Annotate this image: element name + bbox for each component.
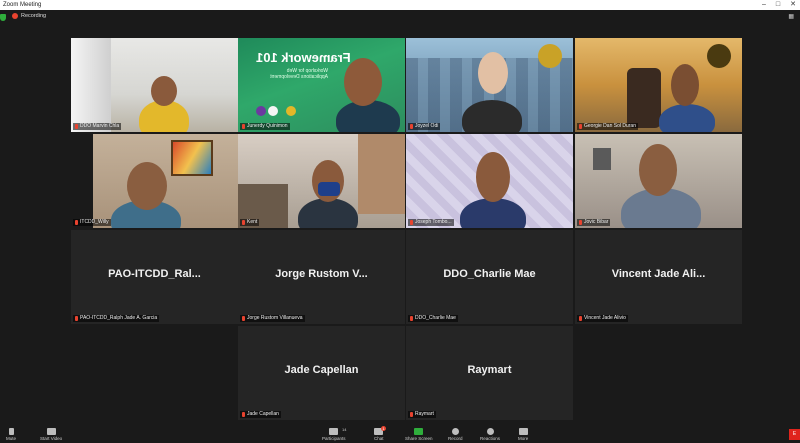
participant-name: Junerdy Quinimon xyxy=(240,123,290,130)
start-video-button[interactable]: Start Video xyxy=(40,428,62,441)
participant-name: Vincent Jade Alivio xyxy=(577,315,628,322)
minimize-icon[interactable]: – xyxy=(762,0,766,10)
video-tile[interactable]: ITCDD_Willy xyxy=(71,134,238,228)
participants-icon xyxy=(329,428,339,435)
participant-display-name: Raymart xyxy=(467,364,512,376)
participant-name: DDO Marvin Chla xyxy=(73,123,122,130)
meeting-toolbar: Mute Start Video Participants 14 1 Chat … xyxy=(0,426,800,443)
video-feed xyxy=(238,134,405,228)
window-titlebar: Zoom Meeting – □ ✕ xyxy=(0,0,800,10)
video-tile[interactable]: Jovic Bibar xyxy=(575,134,742,228)
muted-mic-icon xyxy=(242,220,245,225)
participant-name: Joyzel Odi xyxy=(408,123,441,130)
gallery-grid: DDO Marvin Chla Framework 101 Workshop f… xyxy=(0,26,800,426)
video-feed: Framework 101 Workshop for Web Applicati… xyxy=(238,38,405,132)
participants-button[interactable]: Participants 14 xyxy=(322,427,347,441)
participant-name: Jorge Rustom Villanueva xyxy=(240,315,305,322)
participant-name: DDO_Charlie Mae xyxy=(408,315,458,322)
chat-unread-badge: 1 xyxy=(381,426,386,431)
name-tile[interactable]: Jorge Rustom V... Jorge Rustom Villanuev… xyxy=(238,230,405,324)
view-menu-icon[interactable]: ▦ xyxy=(788,13,794,20)
participant-name: PAO-ITCDD_Ralph Jade A. Garcia xyxy=(73,315,160,322)
record-icon xyxy=(451,428,459,435)
participant-name: Joseph Tombo... xyxy=(408,219,454,226)
end-meeting-button[interactable]: E xyxy=(789,429,800,440)
participant-name: Jovic Bibar xyxy=(577,219,611,226)
window-title: Zoom Meeting xyxy=(3,2,42,8)
share-screen-icon xyxy=(414,428,424,435)
video-feed xyxy=(575,134,742,228)
muted-mic-icon xyxy=(75,316,78,321)
video-feed xyxy=(71,134,238,228)
record-button[interactable]: Record xyxy=(448,428,463,441)
muted-mic-icon xyxy=(242,124,245,129)
security-shield-icon[interactable] xyxy=(0,14,6,21)
muted-mic-icon xyxy=(410,316,413,321)
video-tile[interactable]: Georgie Dan Sol Duran xyxy=(575,38,742,132)
muted-mic-icon xyxy=(410,124,413,129)
video-tile[interactable]: DDO Marvin Chla xyxy=(71,38,238,132)
name-tile[interactable]: Raymart Raymart xyxy=(406,326,573,420)
video-feed xyxy=(406,38,573,132)
muted-mic-icon xyxy=(410,412,413,417)
muted-mic-icon xyxy=(75,220,78,225)
participant-name: Raymart xyxy=(408,411,436,418)
record-dot-icon xyxy=(12,13,18,19)
name-tile[interactable]: DDO_Charlie Mae DDO_Charlie Mae xyxy=(406,230,573,324)
slide-subtitle: Workshop for Web Applications Developmen… xyxy=(270,68,328,80)
window-controls: – □ ✕ xyxy=(762,0,796,10)
participant-display-name: Jorge Rustom V... xyxy=(275,268,368,280)
muted-mic-icon xyxy=(242,316,245,321)
participant-name: ITCDD_Willy xyxy=(73,219,111,226)
muted-mic-icon xyxy=(242,412,245,417)
reactions-button[interactable]: Reactions xyxy=(480,428,500,441)
video-tile[interactable]: Joyzel Odi xyxy=(406,38,573,132)
share-screen-button[interactable]: Share Screen xyxy=(405,428,433,441)
name-tile[interactable]: PAO-ITCDD_Ral... PAO-ITCDD_Ralph Jade A.… xyxy=(71,230,238,324)
status-bar: Recording ▦ xyxy=(0,10,800,26)
muted-mic-icon xyxy=(579,220,582,225)
participant-display-name: Jade Capellan xyxy=(284,364,359,376)
name-tile[interactable]: Vincent Jade Ali... Vincent Jade Alivio xyxy=(575,230,742,324)
reactions-icon xyxy=(486,428,494,435)
muted-mic-icon xyxy=(579,316,582,321)
video-camera-icon xyxy=(46,428,56,435)
chat-button[interactable]: 1 Chat xyxy=(374,426,386,441)
participant-name: Georgie Dan Sol Duran xyxy=(577,123,638,130)
muted-mic-icon xyxy=(579,124,582,129)
close-icon[interactable]: ✕ xyxy=(790,0,796,10)
muted-mic-icon xyxy=(410,220,413,225)
video-feed xyxy=(71,38,238,132)
participant-display-name: Vincent Jade Ali... xyxy=(611,268,706,280)
slide-text: Framework 101 xyxy=(256,50,351,65)
muted-mic-icon xyxy=(75,124,78,129)
more-button[interactable]: More xyxy=(518,428,528,441)
microphone-icon xyxy=(8,428,14,435)
video-tile-active-speaker[interactable]: Framework 101 Workshop for Web Applicati… xyxy=(238,38,405,132)
video-tile[interactable]: Joseph Tombo... xyxy=(406,134,573,228)
video-feed xyxy=(575,38,742,132)
video-feed xyxy=(406,134,573,228)
video-tile[interactable]: Kent xyxy=(238,134,405,228)
participant-name: Kent xyxy=(240,219,260,226)
mute-button[interactable]: Mute xyxy=(6,428,16,441)
participant-display-name: PAO-ITCDD_Ral... xyxy=(108,268,201,280)
recording-indicator[interactable]: Recording xyxy=(12,13,46,19)
participants-count: 14 xyxy=(342,427,347,432)
maximize-icon[interactable]: □ xyxy=(776,0,780,10)
recording-label: Recording xyxy=(21,13,47,19)
name-tile[interactable]: Jade Capellan Jade Capellan xyxy=(238,326,405,420)
more-icon xyxy=(518,428,528,435)
participant-name: Jade Capellan xyxy=(240,411,281,418)
participant-display-name: DDO_Charlie Mae xyxy=(443,268,536,280)
